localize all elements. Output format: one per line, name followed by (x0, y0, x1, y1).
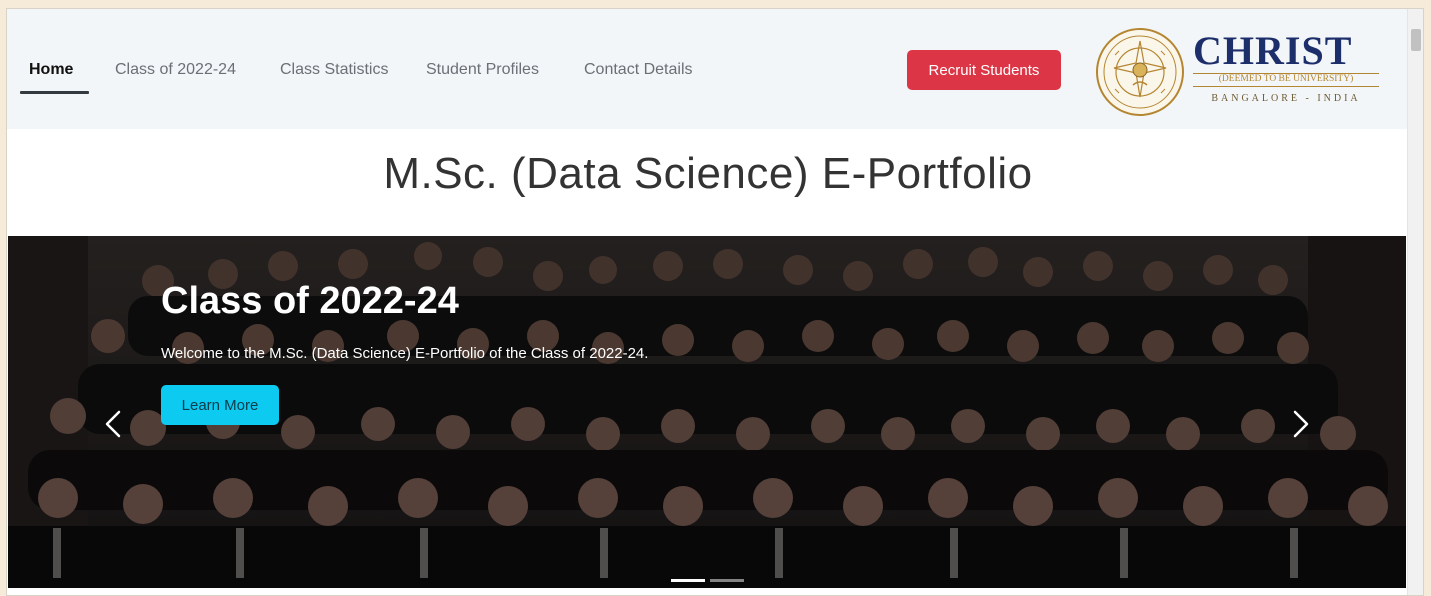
nav-class-of-2022-24[interactable]: Class of 2022-24 (115, 61, 236, 79)
scrollbar-thumb[interactable] (1411, 29, 1421, 51)
logo-city: BANGALORE - INDIA (1211, 93, 1361, 104)
nav-class-statistics[interactable]: Class Statistics (280, 61, 388, 79)
logo-name: CHRIST (1193, 28, 1353, 73)
logo-subtitle: (DEEMED TO BE UNIVERSITY) (1218, 74, 1354, 84)
hero-text: Welcome to the M.Sc. (Data Science) E-Po… (161, 345, 649, 362)
nav-home[interactable]: Home (29, 61, 73, 79)
university-logo[interactable]: CHRIST (DEEMED TO BE UNIVERSITY) BANGALO… (1095, 23, 1385, 119)
browser-window: Home Class of 2022-24 Class Statistics S… (6, 8, 1424, 596)
recruit-students-button[interactable]: Recruit Students (907, 50, 1061, 90)
nav-active-underline (20, 91, 89, 94)
carousel-indicator-1[interactable] (671, 579, 705, 582)
logo-divider (1193, 86, 1379, 87)
learn-more-button[interactable]: Learn More (161, 385, 279, 425)
nav-student-profiles[interactable]: Student Profiles (426, 61, 539, 79)
university-seal-icon (1096, 28, 1184, 116)
nav-contact-details[interactable]: Contact Details (584, 61, 693, 79)
chevron-left-icon[interactable] (96, 406, 132, 442)
hero-carousel: Class of 2022-24 Welcome to the M.Sc. (D… (8, 236, 1406, 588)
hero-heading: Class of 2022-24 (161, 280, 459, 322)
page-title: M.Sc. (Data Science) E-Portfolio (383, 149, 1033, 198)
scrollbar[interactable] (1407, 9, 1423, 595)
carousel-indicator-2[interactable] (710, 579, 744, 582)
chevron-right-icon[interactable] (1282, 406, 1318, 442)
navbar: Home Class of 2022-24 Class Statistics S… (7, 9, 1409, 129)
